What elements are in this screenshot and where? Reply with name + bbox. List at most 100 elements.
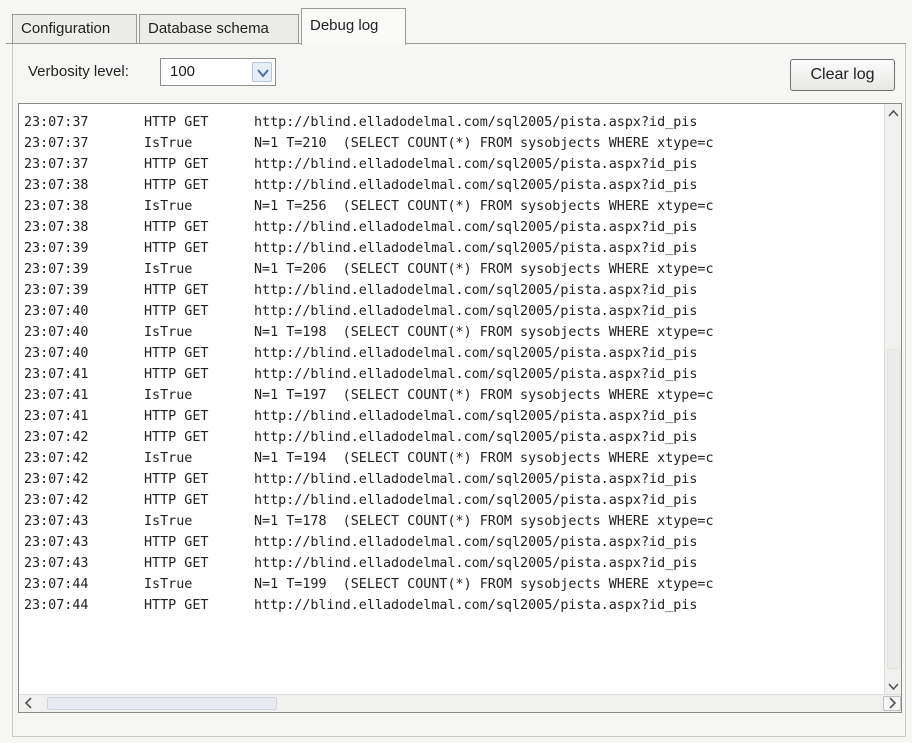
log-entry: 23:07:41 HTTP GET http://blind.elladodelma… xyxy=(24,406,890,427)
log-message: http://blind.elladodelmal.com/sql2005/pi… xyxy=(254,493,698,508)
log-entry: 23:07:42 HTTP GET http://blind.elladodelma… xyxy=(24,490,890,511)
log-message: N=1 T=210 (SELECT COUNT(*) FROM sysobjec… xyxy=(254,136,714,151)
log-textarea[interactable]: 23:07:37 HTTP GET http://blind.elladodelma… xyxy=(18,103,902,713)
log-entry: 23:07:38 IsTrue N=1 T=256 (SELECT COUNT(*)… xyxy=(24,196,890,217)
log-kind: HTTP GET xyxy=(144,178,209,193)
log-time: 23:07:44 xyxy=(24,577,89,592)
log-kind: HTTP GET xyxy=(144,346,209,361)
log-time: 23:07:42 xyxy=(24,493,89,508)
log-kind: HTTP GET xyxy=(144,598,209,613)
clear-log-button[interactable]: Clear log xyxy=(790,59,895,91)
tab-configuration[interactable]: Configuration xyxy=(12,14,137,44)
log-time: 23:07:44 xyxy=(24,598,89,613)
log-message: N=1 T=197 (SELECT COUNT(*) FROM sysobjec… xyxy=(254,388,714,403)
log-kind: IsTrue xyxy=(144,451,193,466)
log-entry: 23:07:41 HTTP GET http://blind.elladodelma… xyxy=(24,364,890,385)
log-time: 23:07:37 xyxy=(24,115,89,130)
log-entry: 23:07:42 HTTP GET http://blind.elladodelma… xyxy=(24,427,890,448)
log-message: http://blind.elladodelmal.com/sql2005/pi… xyxy=(254,115,698,130)
log-message: http://blind.elladodelmal.com/sql2005/pi… xyxy=(254,598,698,613)
log-kind: HTTP GET xyxy=(144,157,209,172)
log-kind: HTTP GET xyxy=(144,556,209,571)
chevron-down-icon[interactable] xyxy=(886,678,901,695)
log-message: http://blind.elladodelmal.com/sql2005/pi… xyxy=(254,556,698,571)
log-entry: 23:07:37 IsTrue N=1 T=210 (SELECT COUNT(*)… xyxy=(24,133,890,154)
chevron-down-icon[interactable] xyxy=(252,62,272,82)
log-kind: IsTrue xyxy=(144,577,193,592)
vertical-scroll-thumb[interactable] xyxy=(887,349,900,669)
log-time: 23:07:43 xyxy=(24,535,89,550)
chevron-right-icon[interactable] xyxy=(884,695,900,711)
log-time: 23:07:39 xyxy=(24,262,89,277)
log-entry: 23:07:43 HTTP GET http://blind.elladodelma… xyxy=(24,553,890,574)
log-message: http://blind.elladodelmal.com/sql2005/pi… xyxy=(254,241,698,256)
log-time: 23:07:40 xyxy=(24,325,89,340)
log-entry: 23:07:40 IsTrue N=1 T=198 (SELECT COUNT(*)… xyxy=(24,322,890,343)
log-time: 23:07:40 xyxy=(24,346,89,361)
log-message: N=1 T=194 (SELECT COUNT(*) FROM sysobjec… xyxy=(254,451,714,466)
log-message: http://blind.elladodelmal.com/sql2005/pi… xyxy=(254,157,698,172)
log-time: 23:07:41 xyxy=(24,367,89,382)
log-time: 23:07:37 xyxy=(24,136,89,151)
log-entry: 23:07:43 HTTP GET http://blind.elladodelma… xyxy=(24,532,890,553)
log-kind: HTTP GET xyxy=(144,472,209,487)
log-kind: HTTP GET xyxy=(144,220,209,235)
log-entry: 23:07:39 HTTP GET http://blind.elladodelma… xyxy=(24,238,890,259)
verbosity-select[interactable]: 100 xyxy=(160,58,276,86)
log-entry: 23:07:41 IsTrue N=1 T=197 (SELECT COUNT(*)… xyxy=(24,385,890,406)
log-time: 23:07:43 xyxy=(24,556,89,571)
log-message: http://blind.elladodelmal.com/sql2005/pi… xyxy=(254,367,698,382)
log-entry: 23:07:39 HTTP GET http://blind.elladodelma… xyxy=(24,280,890,301)
chevron-left-icon[interactable] xyxy=(21,695,37,711)
log-entry: 23:07:38 HTTP GET http://blind.elladodelma… xyxy=(24,175,890,196)
vertical-scrollbar[interactable] xyxy=(884,104,901,696)
log-kind: HTTP GET xyxy=(144,115,209,130)
log-kind: HTTP GET xyxy=(144,241,209,256)
log-time: 23:07:39 xyxy=(24,241,89,256)
log-kind: IsTrue xyxy=(144,514,193,529)
log-entry: 23:07:39 IsTrue N=1 T=206 (SELECT COUNT(*)… xyxy=(24,259,890,280)
tab-debug-log[interactable]: Debug log xyxy=(301,8,406,45)
log-kind: IsTrue xyxy=(144,136,193,151)
log-message: N=1 T=198 (SELECT COUNT(*) FROM sysobjec… xyxy=(254,325,714,340)
log-message: http://blind.elladodelmal.com/sql2005/pi… xyxy=(254,472,698,487)
log-kind: HTTP GET xyxy=(144,535,209,550)
log-time: 23:07:41 xyxy=(24,388,89,403)
log-message: http://blind.elladodelmal.com/sql2005/pi… xyxy=(254,283,698,298)
log-entry: 23:07:43 IsTrue N=1 T=178 (SELECT COUNT(*)… xyxy=(24,511,890,532)
log-message: N=1 T=178 (SELECT COUNT(*) FROM sysobjec… xyxy=(254,514,714,529)
chevron-up-icon[interactable] xyxy=(886,105,901,122)
verbosity-label: Verbosity level: xyxy=(28,63,129,80)
log-kind: IsTrue xyxy=(144,325,193,340)
log-kind: HTTP GET xyxy=(144,493,209,508)
log-time: 23:07:42 xyxy=(24,451,89,466)
log-message: http://blind.elladodelmal.com/sql2005/pi… xyxy=(254,409,698,424)
log-kind: HTTP GET xyxy=(144,304,209,319)
log-time: 23:07:38 xyxy=(24,199,89,214)
log-time: 23:07:37 xyxy=(24,157,89,172)
log-message: N=1 T=199 (SELECT COUNT(*) FROM sysobjec… xyxy=(254,577,714,592)
log-message: http://blind.elladodelmal.com/sql2005/pi… xyxy=(254,535,698,550)
log-entry: 23:07:44 IsTrue N=1 T=199 (SELECT COUNT(*)… xyxy=(24,574,890,595)
log-kind: IsTrue xyxy=(144,388,193,403)
log-entry: 23:07:44 HTTP GET http://blind.elladodelma… xyxy=(24,595,890,616)
log-kind: HTTP GET xyxy=(144,430,209,445)
log-time: 23:07:38 xyxy=(24,178,89,193)
log-time: 23:07:41 xyxy=(24,409,89,424)
log-entry: 23:07:37 HTTP GET http://blind.elladodelma… xyxy=(24,154,890,175)
log-time: 23:07:43 xyxy=(24,514,89,529)
log-time: 23:07:42 xyxy=(24,472,89,487)
log-entry: 23:07:40 HTTP GET http://blind.elladodelma… xyxy=(24,301,890,322)
tab-strip: Configuration Database schema Debug log xyxy=(6,8,906,45)
horizontal-scroll-thumb[interactable] xyxy=(47,697,277,710)
log-time: 23:07:42 xyxy=(24,430,89,445)
log-time: 23:07:39 xyxy=(24,283,89,298)
log-kind: HTTP GET xyxy=(144,409,209,424)
log-time: 23:07:38 xyxy=(24,220,89,235)
log-time: 23:07:40 xyxy=(24,304,89,319)
tab-database-schema[interactable]: Database schema xyxy=(139,14,299,44)
log-kind: IsTrue xyxy=(144,199,193,214)
horizontal-scrollbar[interactable] xyxy=(19,694,901,712)
log-message: N=1 T=206 (SELECT COUNT(*) FROM sysobjec… xyxy=(254,262,714,277)
log-message: http://blind.elladodelmal.com/sql2005/pi… xyxy=(254,346,698,361)
